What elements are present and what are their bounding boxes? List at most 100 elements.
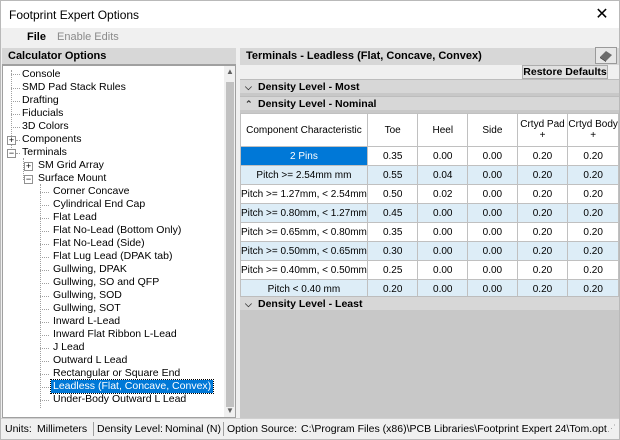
table-cell[interactable]: 0.00 bbox=[417, 146, 469, 166]
density-most-row[interactable]: ⌵ Density Level - Most bbox=[240, 79, 619, 93]
expand-sm-grid-array-icon[interactable]: + bbox=[24, 162, 33, 171]
table-cell[interactable]: 0.20 bbox=[516, 222, 569, 242]
tree-item-cylindrical-end-cap[interactable]: Cylindrical End Cap bbox=[51, 198, 147, 211]
table-row: Pitch >= 2.54mm mm 0.55 0.04 0.00 0.20 0… bbox=[240, 165, 619, 185]
table-cell[interactable]: 0.04 bbox=[417, 165, 469, 185]
table-cell[interactable]: 0.20 bbox=[516, 165, 569, 185]
tree-item-under-body-outward[interactable]: Under-Body Outward L Lead bbox=[51, 393, 188, 406]
table-cell[interactable]: 0.20 bbox=[567, 222, 619, 242]
table-header-row: Component Characteristic Toe Heel Side C… bbox=[240, 113, 619, 147]
table-cell[interactable]: 0.20 bbox=[516, 203, 569, 223]
tree-item-flat-lead[interactable]: Flat Lead bbox=[51, 211, 99, 224]
density-nominal-label: Density Level - Nominal bbox=[258, 98, 377, 110]
tree-item-gullwing-dpak[interactable]: Gullwing, DPAK bbox=[51, 263, 129, 276]
table-row: Pitch >= 0.80mm, < 1.27mm 0.45 0.00 0.00… bbox=[240, 203, 619, 223]
options-tree: + − + − Console SMD Pad Stack Rules Draf… bbox=[2, 65, 236, 418]
eraser-icon-svg bbox=[600, 51, 612, 62]
table-cell[interactable]: 0.00 bbox=[467, 184, 518, 204]
table-cell[interactable]: 0.00 bbox=[467, 241, 518, 261]
table-cell[interactable]: 0.00 bbox=[467, 165, 518, 185]
table-cell[interactable]: 0.45 bbox=[366, 203, 419, 223]
collapse-surface-mount-icon[interactable]: − bbox=[24, 175, 33, 184]
density-least-row[interactable]: ⌵ Density Level - Least bbox=[240, 296, 619, 310]
table-cell[interactable]: 0.20 bbox=[516, 260, 569, 280]
table-cell[interactable]: 0.20 bbox=[567, 241, 619, 261]
scroll-up-icon[interactable]: ▲ bbox=[224, 66, 235, 78]
nominal-density-table: Component Characteristic Toe Heel Side C… bbox=[240, 113, 619, 299]
tree-item-inward-l-lead[interactable]: Inward L-Lead bbox=[51, 315, 122, 328]
row-label-cell[interactable]: Pitch >= 1.27mm, < 2.54mm bbox=[240, 184, 368, 204]
tree-item-flat-no-lead-side[interactable]: Flat No-Lead (Side) bbox=[51, 237, 147, 250]
table-cell[interactable]: 0.20 bbox=[516, 146, 569, 166]
row-label-cell[interactable]: Pitch >= 0.80mm, < 1.27mm bbox=[240, 203, 368, 223]
table-cell[interactable]: 0.20 bbox=[567, 203, 619, 223]
table-cell[interactable]: 0.20 bbox=[567, 184, 619, 204]
eraser-icon[interactable] bbox=[595, 47, 617, 64]
table-cell[interactable]: 0.00 bbox=[417, 260, 469, 280]
collapse-terminals-icon[interactable]: − bbox=[7, 149, 16, 158]
tree-item-j-lead[interactable]: J Lead bbox=[51, 341, 87, 354]
tree-item-components[interactable]: Components bbox=[20, 133, 84, 146]
tree-item-gullwing-sot[interactable]: Gullwing, SOT bbox=[51, 302, 123, 315]
table-cell[interactable]: 0.00 bbox=[417, 222, 469, 242]
row-label-cell[interactable]: Pitch >= 0.50mm, < 0.65mm bbox=[240, 241, 368, 261]
table-row: Pitch >= 0.40mm, < 0.50mm 0.25 0.00 0.00… bbox=[240, 260, 619, 280]
tree-item-flat-lug-lead[interactable]: Flat Lug Lead (DPAK tab) bbox=[51, 250, 174, 263]
table-cell[interactable]: 0.00 bbox=[467, 146, 518, 166]
tree-item-corner-concave[interactable]: Corner Concave bbox=[51, 185, 131, 198]
table-cell[interactable]: 0.35 bbox=[366, 222, 419, 242]
tree-item-smd-pad-stack-rules[interactable]: SMD Pad Stack Rules bbox=[20, 81, 128, 94]
tree-item-gullwing-so-qfp[interactable]: Gullwing, SO and QFP bbox=[51, 276, 161, 289]
tree-scrollbar[interactable]: ▲ ▼ bbox=[224, 66, 235, 417]
resize-grip-icon[interactable]: ⋰ bbox=[607, 423, 616, 434]
row-label-cell[interactable]: Pitch >= 0.40mm, < 0.50mm bbox=[240, 260, 368, 280]
scroll-thumb[interactable] bbox=[226, 82, 234, 407]
close-icon[interactable]: ✕ bbox=[593, 4, 611, 24]
tree-item-surface-mount[interactable]: Surface Mount bbox=[36, 172, 108, 185]
tree-item-flat-no-lead-bottom[interactable]: Flat No-Lead (Bottom Only) bbox=[51, 224, 183, 237]
table-row: Pitch >= 1.27mm, < 2.54mm 0.50 0.02 0.00… bbox=[240, 184, 619, 204]
row-label-cell[interactable]: Pitch >= 2.54mm mm bbox=[240, 165, 368, 185]
tree-item-leadless[interactable]: Leadless (Flat, Concave, Convex) bbox=[49, 379, 215, 394]
title-bar: Footprint Expert Options ✕ bbox=[1, 1, 619, 28]
density-panel: ⌵ Density Level - Most ⌃ Density Level -… bbox=[240, 79, 619, 418]
tree-item-3d-colors[interactable]: 3D Colors bbox=[20, 120, 71, 133]
tree-item-sm-grid-array[interactable]: SM Grid Array bbox=[36, 159, 106, 172]
table-cell[interactable]: 0.00 bbox=[467, 203, 518, 223]
tree-item-outward-l-lead[interactable]: Outward L Lead bbox=[51, 354, 129, 367]
menu-enable-edits[interactable]: Enable Edits bbox=[57, 31, 119, 43]
table-cell[interactable]: 0.55 bbox=[366, 165, 419, 185]
tree-item-console[interactable]: Console bbox=[20, 68, 63, 81]
tree-item-terminals[interactable]: Terminals bbox=[20, 146, 69, 159]
table-cell[interactable]: 0.20 bbox=[516, 184, 569, 204]
tree-item-inward-flat-ribbon[interactable]: Inward Flat Ribbon L-Lead bbox=[51, 328, 179, 341]
chevron-down-icon: ⌵ bbox=[245, 82, 252, 92]
table-cell[interactable]: 0.20 bbox=[516, 241, 569, 261]
tree-item-rectangular-square-end[interactable]: Rectangular or Square End bbox=[51, 367, 182, 380]
table-cell[interactable]: 0.35 bbox=[366, 146, 419, 166]
scroll-down-icon[interactable]: ▼ bbox=[224, 405, 235, 417]
menu-file[interactable]: File bbox=[27, 31, 46, 43]
table-cell[interactable]: 0.20 bbox=[567, 260, 619, 280]
tree-item-gullwing-sod[interactable]: Gullwing, SOD bbox=[51, 289, 124, 302]
table-cell[interactable]: 0.00 bbox=[417, 203, 469, 223]
restore-defaults-button[interactable]: Restore Defaults bbox=[522, 65, 608, 79]
density-nominal-row[interactable]: ⌃ Density Level - Nominal bbox=[240, 96, 619, 110]
table-cell[interactable]: 0.50 bbox=[366, 184, 419, 204]
table-cell[interactable]: 0.00 bbox=[467, 260, 518, 280]
column-header: Crtyd Body + bbox=[567, 113, 619, 147]
table-cell[interactable]: 0.20 bbox=[567, 146, 619, 166]
table-cell[interactable]: 0.30 bbox=[366, 241, 419, 261]
row-label-cell[interactable]: Pitch >= 0.65mm, < 0.80mm bbox=[240, 222, 368, 242]
row-label-cell[interactable]: 2 Pins bbox=[240, 146, 368, 166]
tree-item-drafting[interactable]: Drafting bbox=[20, 94, 61, 107]
expand-components-icon[interactable]: + bbox=[7, 136, 16, 145]
options-window: Footprint Expert Options ✕ File Enable E… bbox=[0, 0, 620, 440]
table-cell[interactable]: 0.25 bbox=[366, 260, 419, 280]
table-cell[interactable]: 0.00 bbox=[467, 222, 518, 242]
table-cell[interactable]: 0.00 bbox=[417, 241, 469, 261]
tree-item-fiducials[interactable]: Fiducials bbox=[20, 107, 65, 120]
table-cell[interactable]: 0.02 bbox=[417, 184, 469, 204]
column-header: Side bbox=[467, 113, 518, 147]
table-cell[interactable]: 0.20 bbox=[567, 165, 619, 185]
